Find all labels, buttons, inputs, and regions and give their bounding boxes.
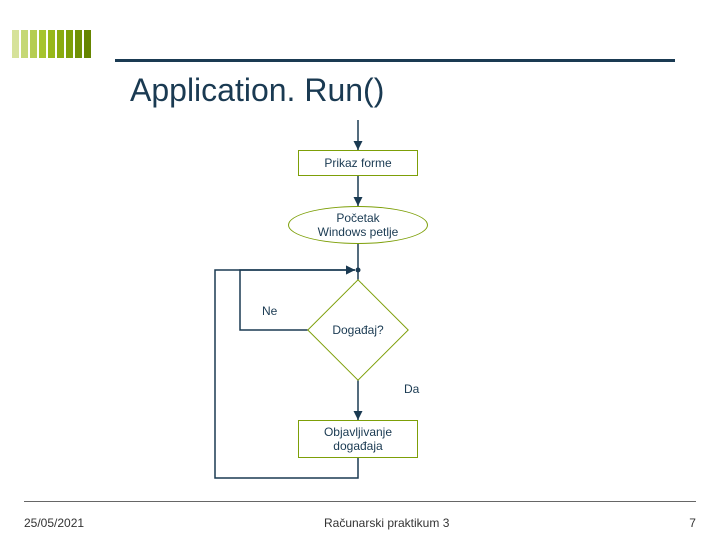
footer-page: 7 bbox=[689, 516, 696, 530]
flowchart: Prikaz forme Početak Windows petlje Ne D… bbox=[0, 120, 720, 500]
edge-label-da: Da bbox=[404, 382, 419, 396]
footer-course: Računarski praktikum 3 bbox=[324, 516, 449, 530]
node-label: Prikaz forme bbox=[324, 156, 391, 170]
footer: 25/05/2021 Računarski praktikum 3 7 bbox=[0, 516, 720, 530]
node-dogadjaj: Događaj? bbox=[322, 294, 394, 366]
footer-rule bbox=[24, 501, 696, 502]
node-prikaz-forme: Prikaz forme bbox=[298, 150, 418, 176]
footer-date: 25/05/2021 bbox=[24, 516, 84, 530]
title-rule bbox=[115, 59, 675, 62]
node-label-line2: Windows petlje bbox=[318, 225, 399, 239]
edge-label-ne: Ne bbox=[262, 304, 277, 318]
decorative-bars bbox=[12, 30, 91, 58]
node-label-line1: Objavljivanje bbox=[324, 425, 392, 439]
node-objavljivanje: Objavljivanje događaja bbox=[298, 420, 418, 458]
node-label: Događaj? bbox=[332, 323, 383, 337]
node-label-line1: Početak bbox=[336, 211, 379, 225]
node-label-line2: događaja bbox=[333, 439, 382, 453]
node-pocetak-petlje: Početak Windows petlje bbox=[288, 206, 428, 244]
page-title: Application. Run() bbox=[130, 72, 384, 109]
slide: Application. Run() bbox=[0, 0, 720, 540]
